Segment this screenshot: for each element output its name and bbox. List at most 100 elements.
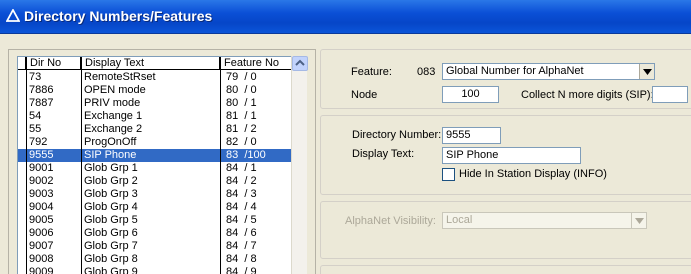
alphanet-visibility-value: Local (446, 214, 473, 226)
cell-feature-no: 80 / 0 (226, 84, 257, 96)
header-display-text[interactable]: Display Text (81, 57, 220, 70)
cell-dir-no: 9009 (29, 266, 54, 274)
table-row-selected[interactable]: 9555 SIP Phone 83 /100 (18, 149, 292, 162)
header-feature-no[interactable]: Feature No (220, 57, 292, 70)
cell-display-text: Glob Grp 5 (84, 214, 138, 226)
cell-feature-no: 82 / 0 (226, 136, 257, 148)
dropdown-arrow-icon (642, 68, 652, 75)
list-header: Dir No Display Text Feature No (18, 57, 292, 70)
chevron-up-icon (295, 59, 305, 66)
cell-feature-no: 81 / 2 (226, 123, 257, 135)
cell-feature-no: 84 / 3 (226, 188, 257, 200)
cell-display-text: Glob Grp 9 (84, 266, 138, 274)
cell-feature-no: 84 / 5 (226, 214, 257, 226)
column-divider (81, 57, 82, 274)
cell-dir-no: 9002 (29, 175, 54, 187)
cell-display-text: Glob Grp 3 (84, 188, 138, 200)
hide-in-display-checkbox[interactable] (442, 168, 455, 181)
cell-display-text: Glob Grp 6 (84, 227, 138, 239)
title-bar[interactable]: Directory Numbers/Features (0, 0, 691, 34)
display-text-input[interactable]: SIP Phone (442, 147, 581, 164)
table-row[interactable]: 9009 Glob Grp 9 84 / 9 (18, 266, 292, 274)
cell-dir-no: 9005 (29, 214, 54, 226)
scroll-up-button[interactable] (292, 56, 308, 71)
list-scrollbar[interactable] (291, 56, 308, 274)
table-row[interactable]: 55 Exchange 2 81 / 2 (18, 123, 292, 136)
cell-feature-no: 84 / 2 (226, 175, 257, 187)
dropdown-arrow-icon (634, 217, 644, 224)
cell-feature-no: 84 / 1 (226, 162, 257, 174)
header-dir-no[interactable]: Dir No (26, 57, 81, 70)
cell-display-text: OPEN mode (84, 84, 146, 96)
alphanet-visibility-label: AlphaNet Visibility: (345, 215, 436, 227)
node-input[interactable]: 100 (442, 86, 499, 103)
cell-dir-no: 54 (29, 110, 42, 122)
bottom-group (320, 265, 691, 274)
window-title: Directory Numbers/Features (24, 8, 213, 24)
cell-display-text: Exchange 1 (84, 110, 143, 122)
feature-group: Feature: 083 Global Number for AlphaNet … (320, 49, 691, 109)
table-row[interactable]: 9003 Glob Grp 3 84 / 3 (18, 188, 292, 201)
cell-dir-no: 9555 (29, 149, 54, 161)
cell-display-text: Glob Grp 1 (84, 162, 138, 174)
collect-digits-input[interactable] (652, 86, 688, 103)
cell-feature-no: 84 / 9 (226, 266, 257, 274)
table-row[interactable]: 9006 Glob Grp 6 84 / 6 (18, 227, 292, 240)
alphanet-dropdown-button[interactable] (631, 213, 646, 228)
cell-dir-no: 7887 (29, 97, 54, 109)
cell-display-text: ProgOnOff (84, 136, 137, 148)
node-label: Node (351, 89, 378, 101)
table-row[interactable]: 7887 PRIV mode 80 / 1 (18, 97, 292, 110)
cell-dir-no: 55 (29, 123, 42, 135)
hide-in-display-label: Hide In Station Display (INFO) (459, 168, 607, 180)
table-row[interactable]: 54 Exchange 1 81 / 1 (18, 110, 292, 123)
feature-select-value: Global Number for AlphaNet (446, 65, 584, 77)
cell-dir-no: 9004 (29, 201, 54, 213)
cell-dir-no: 9003 (29, 188, 54, 200)
cell-feature-no: 84 / 6 (226, 227, 257, 239)
table-row[interactable]: 7886 OPEN mode 80 / 0 (18, 84, 292, 97)
cell-feature-no: 83 /100 (226, 149, 266, 161)
cell-dir-no: 9001 (29, 162, 54, 174)
cell-feature-no: 81 / 1 (226, 110, 257, 122)
feature-dropdown-button[interactable] (639, 64, 654, 79)
cell-dir-no: 9008 (29, 253, 54, 265)
directory-group: Directory Number: 9555 Display Text: SIP… (320, 115, 691, 195)
directory-list[interactable]: Dir No Display Text Feature No 73 RemoteS… (17, 56, 292, 274)
column-divider (26, 57, 27, 274)
table-row[interactable]: 9008 Glob Grp 8 84 / 8 (18, 253, 292, 266)
alphanet-visibility-select[interactable]: Local (442, 212, 647, 229)
cell-feature-no: 79 / 0 (226, 71, 257, 83)
table-row[interactable]: 9007 Glob Grp 7 84 / 7 (18, 240, 292, 253)
feature-code: 083 (417, 66, 436, 78)
table-row[interactable]: 9004 Glob Grp 4 84 / 4 (18, 201, 292, 214)
cell-dir-no: 7886 (29, 84, 54, 96)
cell-dir-no: 9006 (29, 227, 54, 239)
directory-number-input[interactable]: 9555 (442, 127, 501, 144)
directory-number-label: Directory Number: (352, 129, 442, 141)
cell-display-text: RemoteStRset (84, 71, 156, 83)
collect-digits-label: Collect N more digits (SIP): (521, 89, 654, 101)
feature-select[interactable]: Global Number for AlphaNet (442, 63, 655, 80)
feature-label: Feature: (351, 66, 392, 78)
table-row[interactable]: 792 ProgOnOff 82 / 0 (18, 136, 292, 149)
cell-display-text: Glob Grp 7 (84, 240, 138, 252)
cell-display-text: SIP Phone (84, 149, 137, 161)
cell-feature-no: 84 / 8 (226, 253, 257, 265)
cell-feature-no: 80 / 1 (226, 97, 257, 109)
cell-dir-no: 9007 (29, 240, 54, 252)
cell-display-text: Glob Grp 8 (84, 253, 138, 265)
table-row[interactable]: 73 RemoteStRset 79 / 0 (18, 71, 292, 84)
cell-display-text: PRIV mode (84, 97, 141, 109)
column-divider (220, 57, 221, 274)
table-row[interactable]: 9001 Glob Grp 1 84 / 1 (18, 162, 292, 175)
cell-feature-no: 84 / 7 (226, 240, 257, 252)
cell-display-text: Glob Grp 4 (84, 201, 138, 213)
cell-dir-no: 73 (29, 71, 42, 83)
alphanet-group: AlphaNet Visibility: Local (320, 201, 691, 259)
cell-dir-no: 792 (29, 136, 48, 148)
cell-display-text: Glob Grp 2 (84, 175, 138, 187)
table-row[interactable]: 9005 Glob Grp 5 84 / 5 (18, 214, 292, 227)
table-row[interactable]: 9002 Glob Grp 2 84 / 2 (18, 175, 292, 188)
display-text-label: Display Text: (352, 148, 415, 160)
